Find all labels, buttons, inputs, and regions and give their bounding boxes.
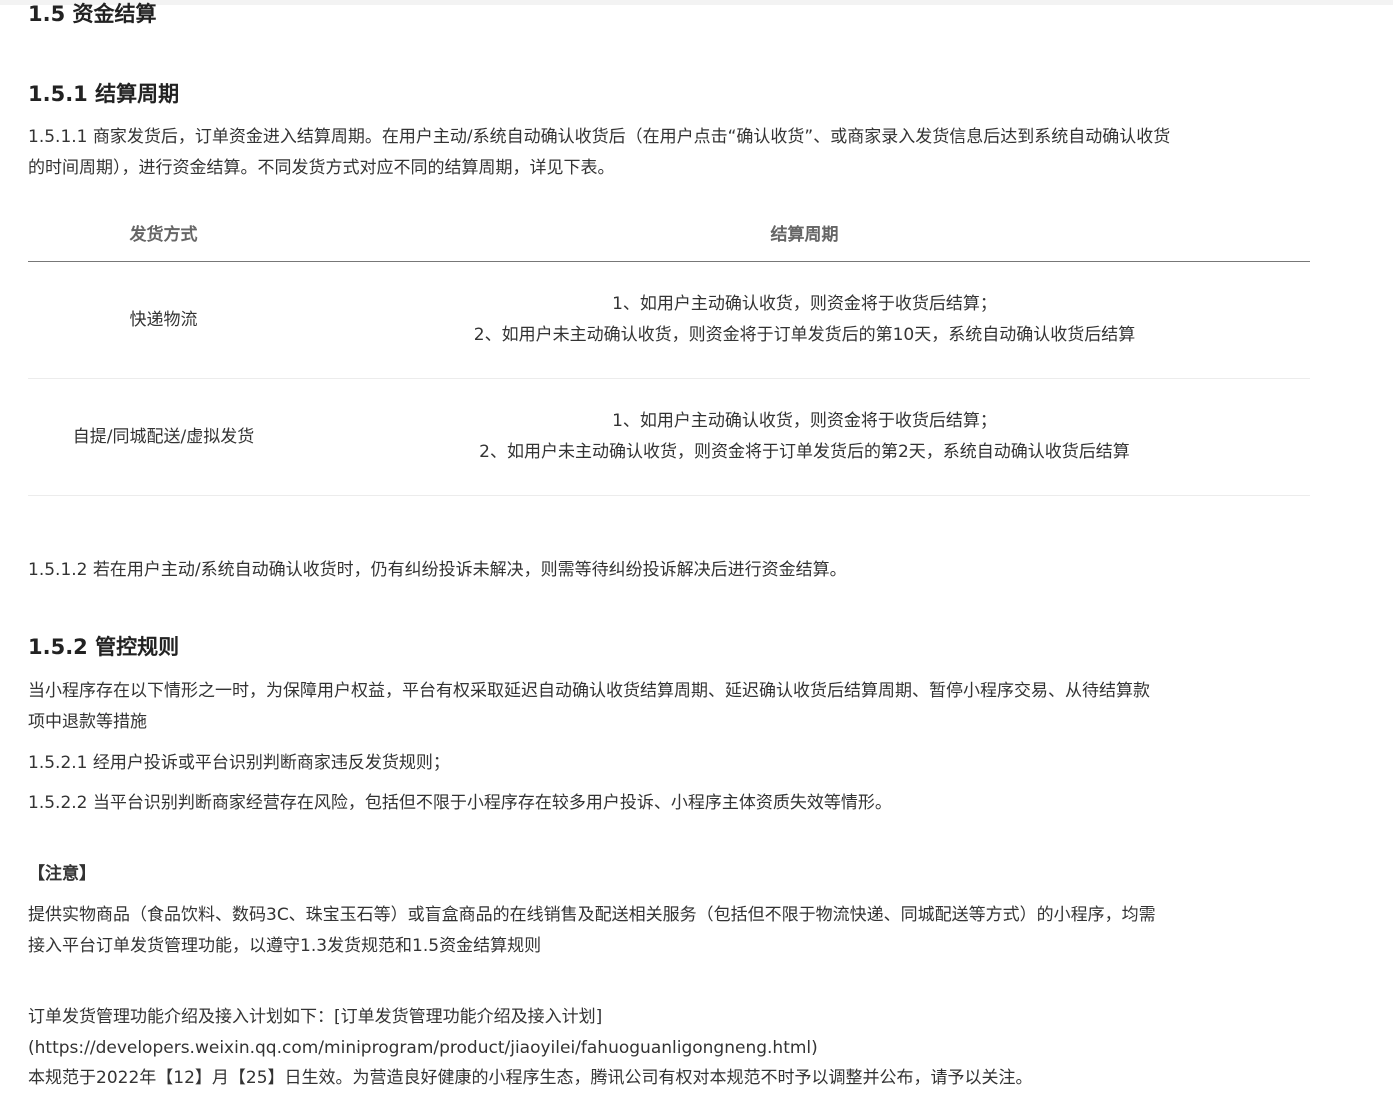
paragraph-1-5-1-2: 1.5.1.2 若在用户主动/系统自动确认收货时，仍有纠纷投诉未解决，则需等待纠… [28,560,847,580]
paragraph-1-5-1-1-line2: 的时间周期），进行资金结算。不同发货方式对应不同的结算周期，详见下表。 [28,158,615,178]
cycle-line: 1、如用户主动确认收货，则资金将于收货后结算； [612,294,997,314]
table-header-row: 发货方式 结算周期 [28,203,1310,262]
settlement-cycle-table: 发货方式 结算周期 快递物流 1、如用户主动确认收货，则资金将于收货后结算； 2… [28,203,1310,496]
intro-link-line: (https://developers.weixin.qq.com/minipr… [28,1038,818,1058]
note-title: 【注意】 [28,864,96,884]
column-header-cycle: 结算周期 [299,203,1310,262]
section-heading-1-5: 1.5 资金结算 [28,2,157,26]
column-header-method: 发货方式 [28,203,299,262]
cycle-line: 1、如用户主动确认收货，则资金将于收货后结算； [612,411,997,431]
table-cell-cycle: 1、如用户主动确认收货，则资金将于收货后结算； 2、如用户未主动确认收货，则资金… [299,261,1310,379]
paragraph-1-5-2-2: 1.5.2.2 当平台识别判断商家经营存在风险，包括但不限于小程序存在较多用户投… [28,793,892,813]
table-cell-method: 自提/同城配送/虚拟发货 [28,378,299,496]
table-row: 快递物流 1、如用户主动确认收货，则资金将于收货后结算； 2、如用户未主动确认收… [28,261,1310,379]
table-cell-method: 快递物流 [28,261,299,379]
cycle-line: 2、如用户未主动确认收货，则资金将于订单发货后的第10天，系统自动确认收货后结算 [473,325,1136,345]
table-cell-cycle: 1、如用户主动确认收货，则资金将于收货后结算； 2、如用户未主动确认收货，则资金… [299,378,1310,496]
table-row: 自提/同城配送/虚拟发货 1、如用户主动确认收货，则资金将于收货后结算； 2、如… [28,378,1310,496]
section-heading-1-5-2: 1.5.2 管控规则 [28,635,180,659]
cycle-line: 2、如用户未主动确认收货，则资金将于订单发货后的第2天，系统自动确认收货后结算 [479,442,1130,462]
paragraph-1-5-2-line1: 当小程序存在以下情形之一时，为保障用户权益，平台有权采取延迟自动确认收货结算周期… [28,681,1150,701]
paragraph-1-5-2-line2: 项中退款等措施 [28,712,147,732]
top-divider [0,0,1393,5]
intro-line1: 订单发货管理功能介绍及接入计划如下：[订单发货管理功能介绍及接入计划] [28,1007,603,1027]
note-line2: 接入平台订单发货管理功能，以遵守1.3发货规范和1.5资金结算规则 [28,936,542,956]
effective-date-paragraph: 本规范于2022年【12】月【25】日生效。为营造良好健康的小程序生态，腾讯公司… [28,1068,1033,1088]
section-heading-1-5-1: 1.5.1 结算周期 [28,82,180,106]
note-line1: 提供实物商品（食品饮料、数码3C、珠宝玉石等）或盲盒商品的在线销售及配送相关服务… [28,905,1156,925]
paragraph-1-5-1-1-line1: 1.5.1.1 商家发货后，订单资金进入结算周期。在用户主动/系统自动确认收货后… [28,127,1171,147]
paragraph-1-5-2-1: 1.5.2.1 经用户投诉或平台识别判断商家违反发货规则； [28,753,450,773]
